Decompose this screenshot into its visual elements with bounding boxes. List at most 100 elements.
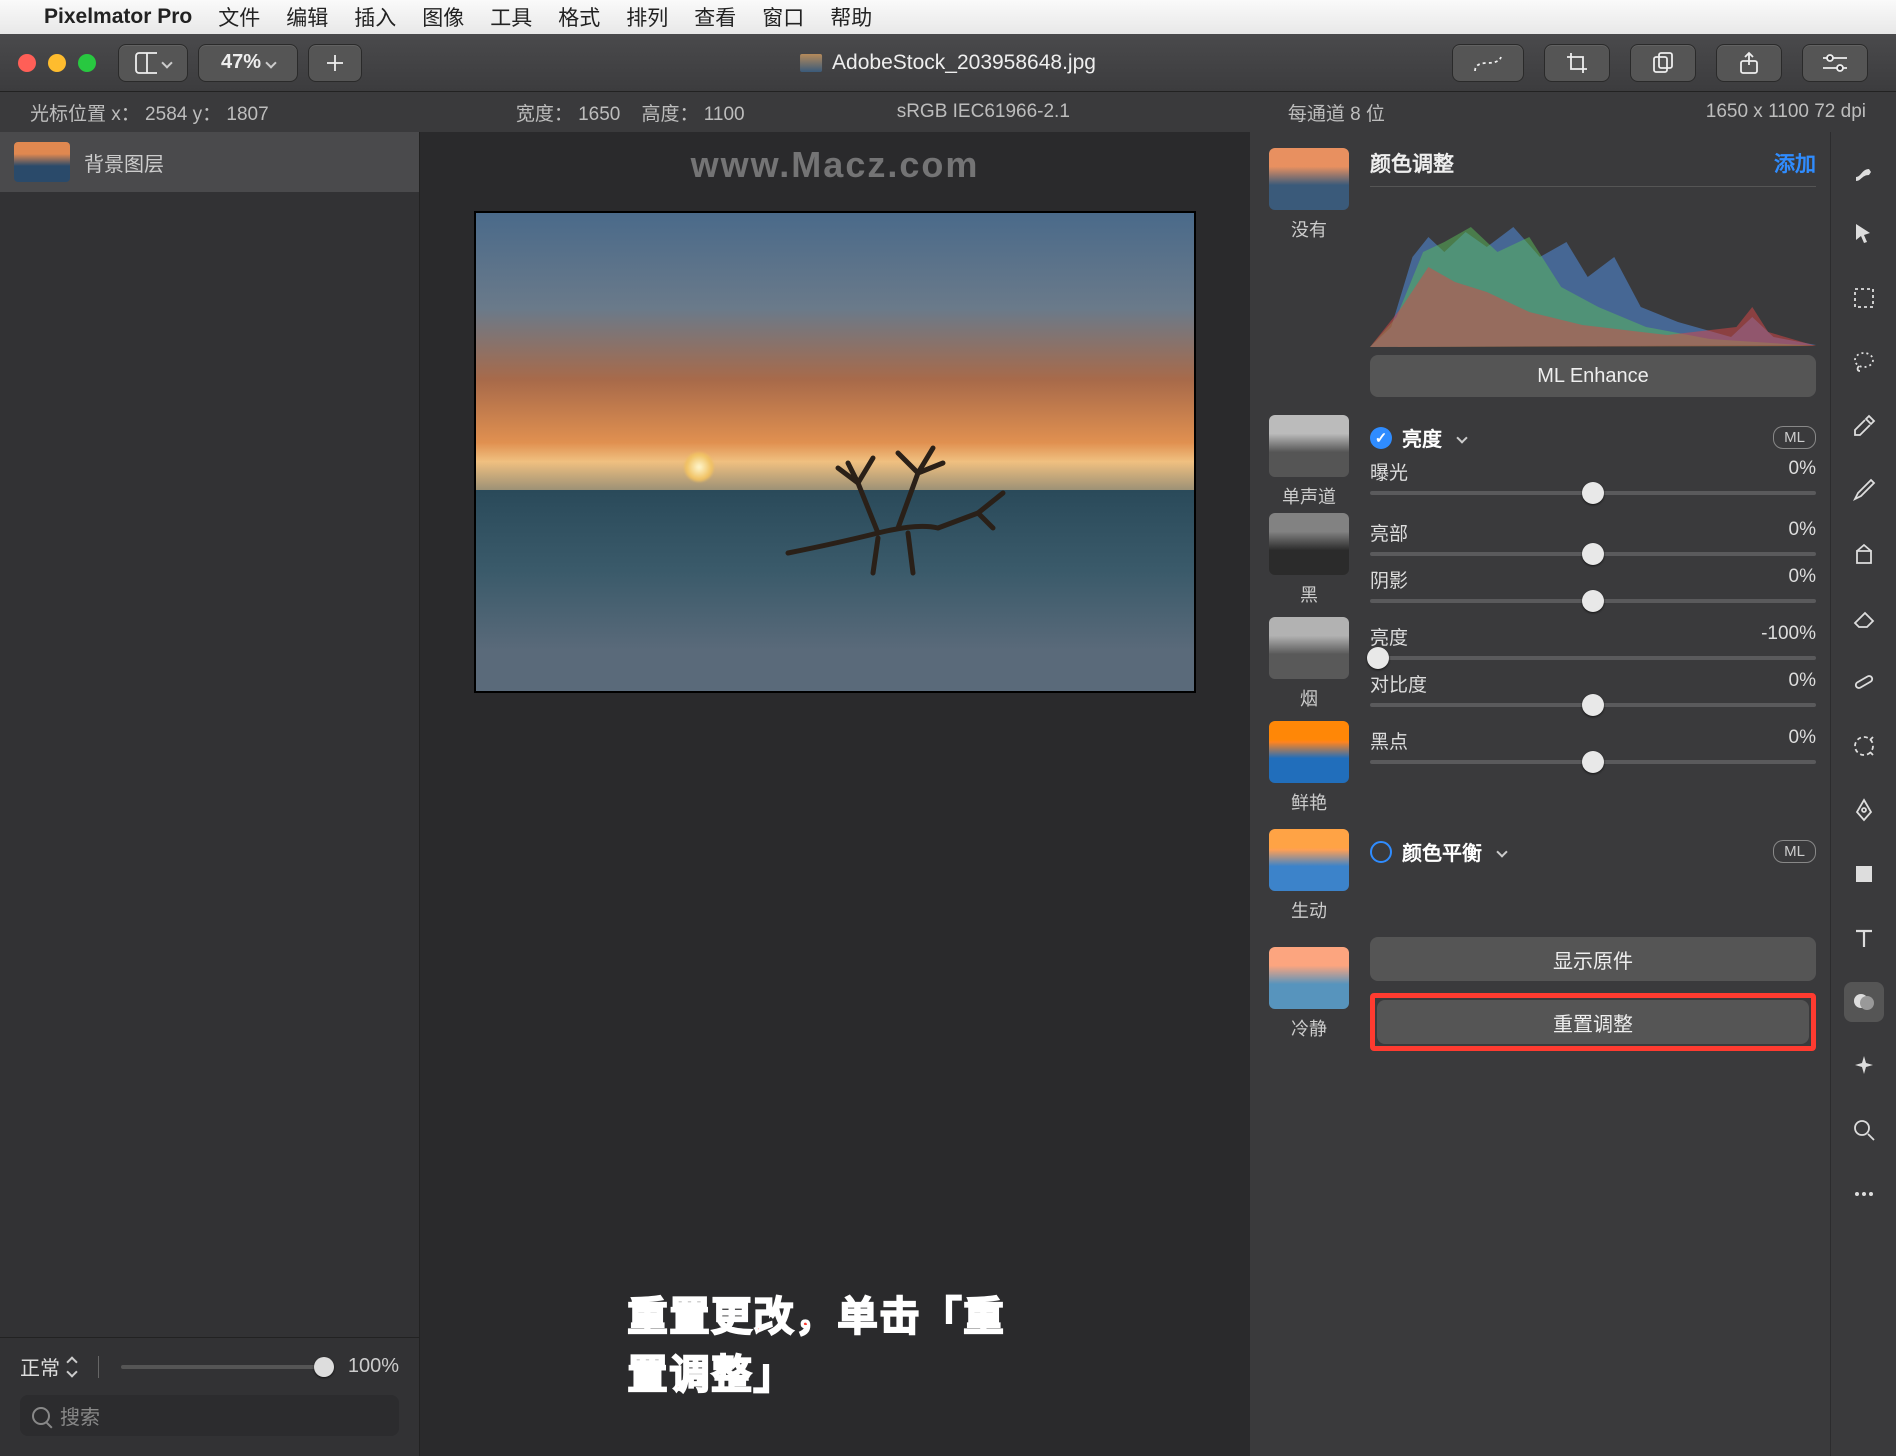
menu-tools[interactable]: 工具 — [490, 2, 532, 32]
brightness-slider[interactable]: 亮度-100% — [1370, 623, 1816, 660]
document-title: AdobeStock_203958648.jpg — [800, 51, 1096, 75]
text-tool-icon[interactable] — [1844, 918, 1884, 958]
preset-black-label: 黑 — [1300, 581, 1318, 607]
opacity-value: 100% — [348, 1355, 399, 1378]
lasso-tool-icon[interactable] — [1844, 342, 1884, 382]
colorbalance-section-label: 颜色平衡 — [1402, 837, 1482, 866]
layer-name: 背景图层 — [84, 148, 164, 177]
menu-window[interactable]: 窗口 — [762, 2, 804, 32]
crop-button[interactable] — [1544, 44, 1610, 82]
chevron-down-icon — [265, 57, 276, 68]
slider-label: 亮部 — [1370, 519, 1408, 546]
dimensions-dpi-readout: 1650 x 1100 72 dpi — [1513, 101, 1866, 123]
colorbalance-toggle-off-icon[interactable] — [1370, 841, 1392, 863]
chevron-down-icon[interactable] — [1496, 846, 1507, 857]
slider-label: 阴影 — [1370, 566, 1408, 593]
menu-edit[interactable]: 编辑 — [286, 2, 328, 32]
add-adjustment-button[interactable]: 添加 — [1774, 148, 1816, 178]
preset-black-thumb[interactable] — [1269, 513, 1349, 575]
layer-search-input[interactable]: 搜索 — [20, 1395, 399, 1436]
marquee-tool-icon[interactable] — [1844, 278, 1884, 318]
layers-panel: 背景图层 正常 100% 搜索 — [0, 132, 420, 1456]
contrast-slider[interactable]: 对比度0% — [1370, 670, 1816, 707]
menu-help[interactable]: 帮助 — [830, 2, 872, 32]
image-size-readout: 宽度： 1650 高度： 1100 — [454, 99, 807, 126]
sidebar-layout-button[interactable] — [118, 44, 188, 82]
close-window-icon[interactable] — [18, 54, 36, 72]
preset-none-thumb[interactable] — [1269, 148, 1349, 210]
minimize-window-icon[interactable] — [48, 54, 66, 72]
heal-tool-icon[interactable] — [1844, 662, 1884, 702]
settings-sliders-button[interactable] — [1802, 44, 1868, 82]
chevron-down-icon — [161, 57, 172, 68]
brush-tool-icon[interactable] — [1844, 470, 1884, 510]
arrow-tool-icon[interactable] — [1844, 214, 1884, 254]
preset-cool-label: 冷静 — [1291, 1015, 1327, 1041]
preset-vivid-thumb[interactable] — [1269, 721, 1349, 783]
slider-value: -100% — [1761, 623, 1816, 650]
eraser-tool-icon[interactable] — [1844, 598, 1884, 638]
opacity-slider[interactable] — [121, 1365, 334, 1369]
highlights-slider[interactable]: 亮部0% — [1370, 519, 1816, 556]
show-original-button[interactable]: 显示原件 — [1370, 937, 1816, 981]
effects-tool-icon[interactable] — [1844, 1046, 1884, 1086]
more-tools-icon[interactable] — [1844, 1174, 1884, 1214]
brightness-section-label: 亮度 — [1402, 423, 1442, 452]
blackpoint-slider[interactable]: 黑点0% — [1370, 727, 1816, 764]
canvas-area[interactable]: www.Macz.com 重置更改，单击「重置调整」 — [420, 132, 1250, 1456]
menu-arrange[interactable]: 排列 — [626, 2, 668, 32]
blend-mode-select[interactable]: 正常 — [20, 1352, 76, 1381]
smudge-tool-icon[interactable] — [1844, 726, 1884, 766]
tutorial-annotation: 重置更改，单击「重置调整」 — [628, 1284, 1043, 1400]
menu-insert[interactable]: 插入 — [354, 2, 396, 32]
eyedropper-tool-icon[interactable] — [1844, 406, 1884, 446]
ml-pill[interactable]: ML — [1773, 426, 1816, 449]
zoom-tool-icon[interactable] — [1844, 1110, 1884, 1150]
preset-smoke-label: 烟 — [1300, 685, 1318, 711]
zoom-dropdown[interactable]: 47% — [198, 44, 298, 82]
tool-rail — [1830, 132, 1896, 1456]
color-adjust-tool-icon[interactable] — [1844, 982, 1884, 1022]
colorspace-readout: sRGB IEC61966-2.1 — [807, 101, 1160, 123]
menu-view[interactable]: 查看 — [694, 2, 736, 32]
filename-label: AdobeStock_203958648.jpg — [832, 51, 1096, 75]
app-menu[interactable]: Pixelmator Pro — [44, 5, 192, 29]
exposure-slider[interactable]: 曝光0% — [1370, 458, 1816, 495]
fullscreen-window-icon[interactable] — [78, 54, 96, 72]
shadows-slider[interactable]: 阴影0% — [1370, 566, 1816, 603]
slider-label: 对比度 — [1370, 670, 1427, 697]
document-image — [475, 212, 1195, 692]
ml-pill[interactable]: ML — [1773, 840, 1816, 863]
preset-none-label: 没有 — [1291, 216, 1327, 242]
duplicate-button[interactable] — [1630, 44, 1696, 82]
preset-lively-label: 生动 — [1291, 897, 1327, 923]
shape-tool-icon[interactable] — [1844, 854, 1884, 894]
fill-tool-icon[interactable] — [1844, 534, 1884, 574]
pen-tool-icon[interactable] — [1844, 790, 1884, 830]
menu-image[interactable]: 图像 — [422, 2, 464, 32]
preset-lively-thumb[interactable] — [1269, 829, 1349, 891]
window-controls — [18, 54, 96, 72]
search-icon — [32, 1407, 50, 1425]
layer-blend-row: 正常 100% — [20, 1352, 399, 1381]
brightness-toggle-on-icon[interactable]: ✓ — [1370, 427, 1392, 449]
cursor-position-readout: 光标位置 x： 2584 y： 1807 — [30, 99, 454, 126]
share-button[interactable] — [1716, 44, 1782, 82]
preset-mono-thumb[interactable] — [1269, 415, 1349, 477]
blend-mode-value: 正常 — [20, 1352, 60, 1381]
slider-label: 曝光 — [1370, 458, 1408, 485]
ml-enhance-button[interactable]: ML Enhance — [1370, 355, 1816, 397]
menu-file[interactable]: 文件 — [218, 2, 260, 32]
add-button[interactable] — [308, 44, 362, 82]
search-placeholder: 搜索 — [60, 1401, 100, 1430]
style-tool-icon[interactable] — [1844, 150, 1884, 190]
zoom-value: 47% — [221, 51, 261, 74]
reset-adjustments-button[interactable]: 重置调整 — [1377, 1000, 1809, 1044]
layer-row-background[interactable]: 背景图层 — [0, 132, 419, 192]
chevron-down-icon[interactable] — [1456, 432, 1467, 443]
menu-format[interactable]: 格式 — [558, 2, 600, 32]
adjust-title: 颜色调整 — [1370, 148, 1454, 178]
preset-smoke-thumb[interactable] — [1269, 617, 1349, 679]
brush-settings-button[interactable] — [1452, 44, 1524, 82]
preset-cool-thumb[interactable] — [1269, 947, 1349, 1009]
